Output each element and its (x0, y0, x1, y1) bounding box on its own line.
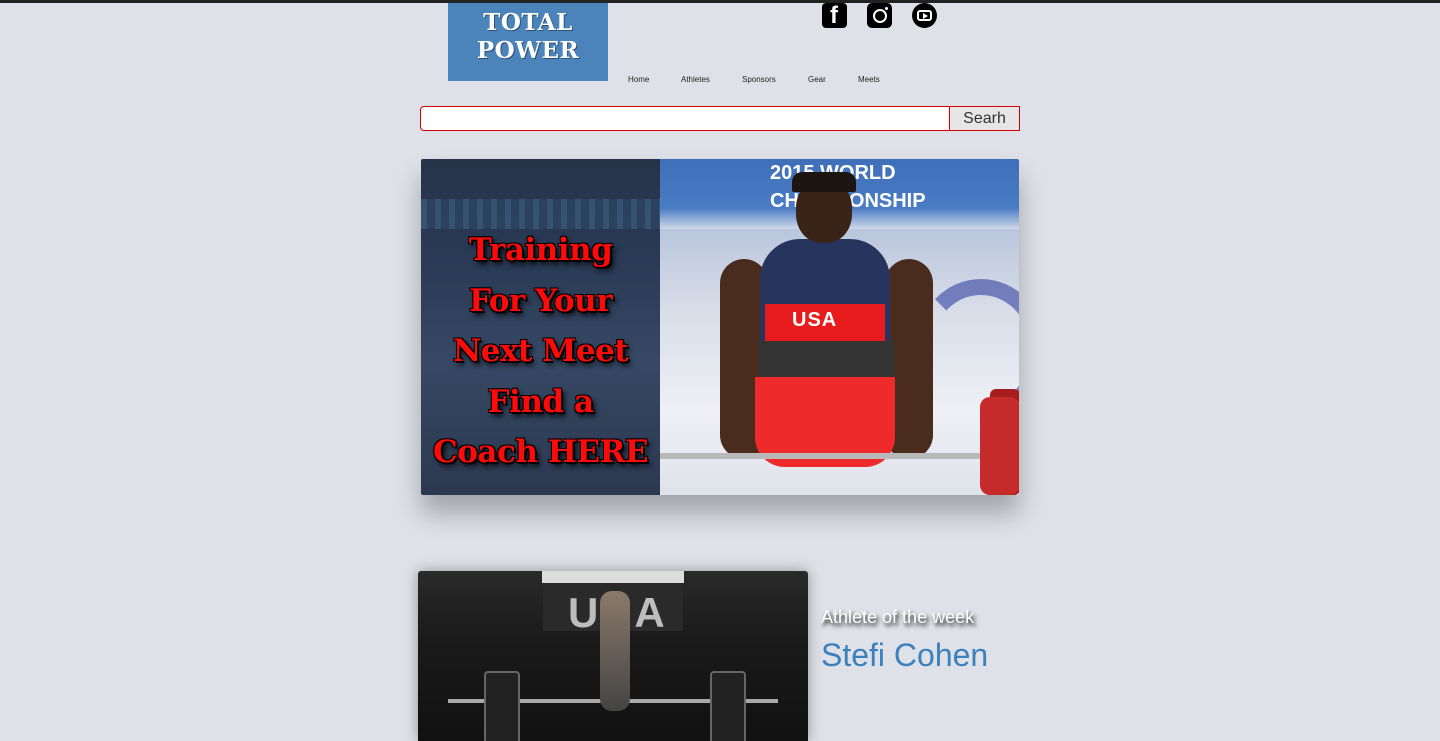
site-logo[interactable]: TOTAL POWER (448, 3, 608, 81)
lifter-figure: USA (720, 172, 933, 489)
lifter-belt (758, 341, 894, 377)
shirt-text: USA (792, 309, 838, 331)
athlete-name[interactable]: Stefi Cohen (821, 637, 988, 674)
nav-gear[interactable]: Gear (808, 75, 826, 84)
search-input[interactable] (420, 106, 950, 131)
feature-plate-left (484, 671, 520, 741)
logo-line-2: POWER (476, 37, 580, 64)
hero-photo: 2015 WORLD CHAMPIONSHIP USA (660, 159, 1019, 495)
hero-line-1: Training (468, 232, 613, 268)
hero-line-2: For Your (468, 282, 613, 319)
facebook-icon[interactable] (822, 2, 847, 30)
hero-banner[interactable]: Training For Your Next Meet Find a Coach… (421, 159, 1019, 495)
athlete-figure (600, 591, 630, 711)
hero-line-4: Find a (487, 383, 594, 420)
barbell (660, 453, 1019, 459)
athlete-of-week-label: Athlete of the week (821, 607, 975, 627)
barbell-plate (980, 397, 1019, 495)
search-bar: Searh (420, 106, 1020, 131)
instagram-icon[interactable] (867, 3, 892, 28)
hero-text-panel: Training For Your Next Meet Find a Coach… (421, 159, 660, 495)
logo-line-1: TOTAL (483, 9, 573, 36)
athlete-of-week-photo[interactable]: USA (418, 571, 808, 741)
nav-home[interactable]: Home (628, 75, 649, 84)
hero-headline: Training For Your Next Meet Find a Coach… (421, 225, 660, 478)
feature-plate-right (710, 671, 746, 741)
nav-meets[interactable]: Meets (858, 75, 880, 84)
nav-athletes[interactable]: Athletes (681, 75, 710, 84)
lifter-cap (792, 172, 856, 192)
nav-sponsors[interactable]: Sponsors (742, 75, 776, 84)
hero-line-5: Coach HERE (433, 434, 648, 470)
search-button[interactable]: Searh (949, 106, 1020, 131)
hero-line-3: Next Meet (452, 333, 629, 369)
youtube-icon[interactable] (912, 3, 937, 28)
gym-sign (542, 571, 684, 583)
